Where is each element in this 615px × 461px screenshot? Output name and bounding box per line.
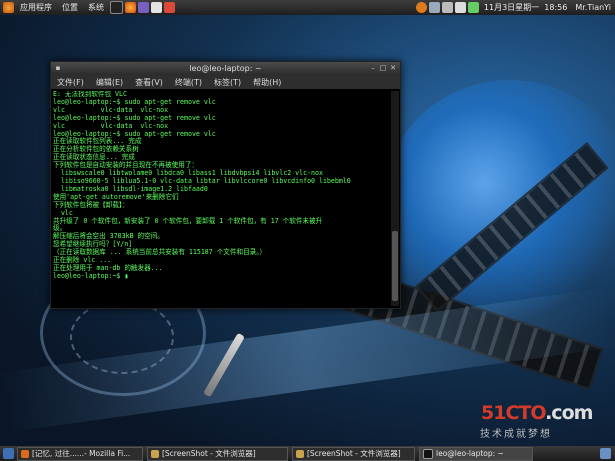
close-icon[interactable]: ✕ xyxy=(389,65,397,72)
terminal-window: ▪ leo@leo-laptop: ~ – □ ✕ 文件(F) 编辑(E) 查看… xyxy=(50,61,401,309)
minimize-icon[interactable]: – xyxy=(369,65,377,72)
bottom-panel: [记忆, 过往......- Mozilla Fi... [ScreenShot… xyxy=(0,446,615,461)
taskbar-label: [记忆, 过往......- Mozilla Fi... xyxy=(32,449,131,458)
menu-tabs[interactable]: 标签(T) xyxy=(208,77,247,88)
watermark-text-b: .com xyxy=(545,402,593,424)
taskbar-item-filebrowser-1[interactable]: [ScreenShot - 文件浏览器] xyxy=(147,446,288,461)
update-notifier-icon[interactable] xyxy=(415,2,427,13)
pidgin-launcher-icon[interactable] xyxy=(138,2,149,13)
system-tray: 11月3日星期一 18:56 Mr.TianYi xyxy=(415,0,615,15)
folder-icon xyxy=(296,449,304,458)
folder-icon xyxy=(151,449,159,458)
menu-view[interactable]: 查看(V) xyxy=(129,77,169,88)
taskbar-item-firefox[interactable]: [记忆, 过往......- Mozilla Fi... xyxy=(17,446,143,461)
terminal-icon xyxy=(423,448,433,459)
menu-edit[interactable]: 编辑(E) xyxy=(90,77,129,88)
workspace-switcher-icon[interactable] xyxy=(600,448,611,459)
ubuntu-logo-icon[interactable] xyxy=(3,2,14,13)
terminal-line: 下列软件包将被【卸载】： xyxy=(53,200,129,209)
firefox-icon xyxy=(21,449,29,458)
terminal-titlebar[interactable]: ▪ leo@leo-laptop: ~ – □ ✕ xyxy=(51,62,400,75)
top-panel: 应用程序 位置 系统 11月3日星期一 18:56 Mr.TianYi xyxy=(0,0,615,15)
terminal-line: 共升级了 0 个软件包，新安装了 0 个软件包，要卸载 1 个软件包，有 17 … xyxy=(53,216,323,225)
taskbar-item-terminal[interactable]: leo@leo-laptop: ~ xyxy=(419,446,533,461)
menu-file[interactable]: 文件(F) xyxy=(51,77,90,88)
menu-help[interactable]: 帮助(H) xyxy=(247,77,287,88)
watermark-logo: 51CTO.com xyxy=(481,402,593,424)
show-desktop-icon[interactable] xyxy=(3,448,14,459)
menu-places[interactable]: 位置 xyxy=(57,0,83,15)
clock[interactable]: 11月3日星期一 18:56 xyxy=(480,0,571,15)
watermark-text-a: 51CTO xyxy=(481,402,546,424)
user-switcher[interactable]: Mr.TianYi xyxy=(571,0,615,15)
firefox-launcher-icon[interactable] xyxy=(125,2,136,13)
scrollbar-thumb[interactable] xyxy=(392,231,398,301)
network-icon[interactable] xyxy=(428,2,440,13)
battery-icon[interactable] xyxy=(467,2,479,13)
qq-launcher-icon[interactable] xyxy=(164,2,175,13)
menu-applications[interactable]: 应用程序 xyxy=(15,0,57,15)
terminal-scrollbar[interactable] xyxy=(391,91,399,306)
terminal-launcher-icon[interactable] xyxy=(110,1,123,14)
taskbar-label: [ScreenShot - 文件浏览器] xyxy=(162,449,256,458)
terminal-line: leo@leo-laptop:~$ ▮ xyxy=(53,271,129,280)
terminal-title: leo@leo-laptop: ~ xyxy=(189,64,262,73)
taskbar-label: [ScreenShot - 文件浏览器] xyxy=(307,449,401,458)
maximize-icon[interactable]: □ xyxy=(379,65,387,72)
email-launcher-icon[interactable] xyxy=(151,2,162,13)
mail-indicator-icon[interactable] xyxy=(454,2,466,13)
terminal-menubar: 文件(F) 编辑(E) 查看(V) 终端(T) 标签(T) 帮助(H) xyxy=(51,75,400,89)
taskbar-label: leo@leo-laptop: ~ xyxy=(436,449,504,458)
taskbar-item-filebrowser-2[interactable]: [ScreenShot - 文件浏览器] xyxy=(292,446,415,461)
menu-terminal[interactable]: 终端(T) xyxy=(169,77,208,88)
volume-icon[interactable] xyxy=(441,2,453,13)
terminal-output[interactable]: E: 无法找到软件包 VLC leo@leo-laptop:~$ sudo apt… xyxy=(53,91,389,306)
watermark-slogan: 技术成就梦想 xyxy=(480,429,552,440)
menu-system[interactable]: 系统 xyxy=(83,0,109,15)
